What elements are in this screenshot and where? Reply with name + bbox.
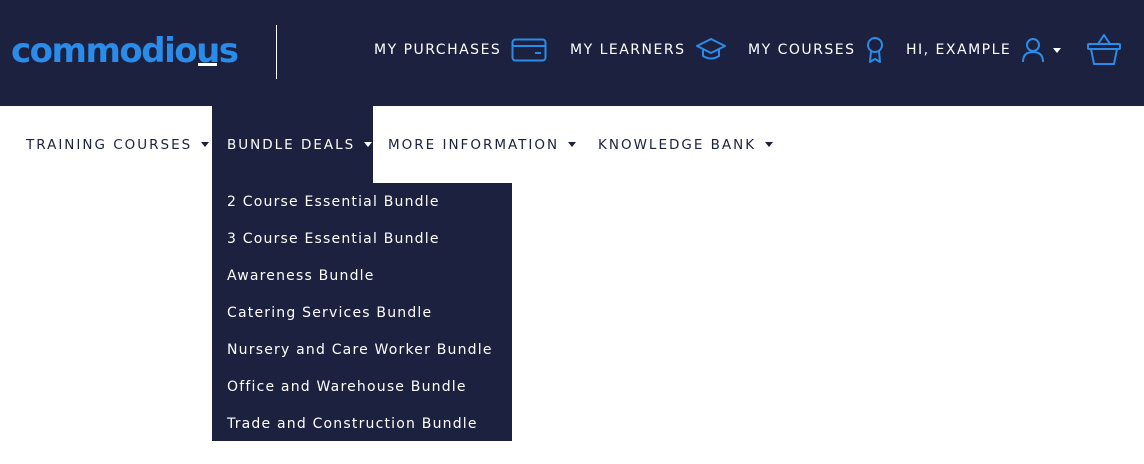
user-menu-toggle[interactable]: HI, EXAMPLE [906,34,1062,66]
basket-icon [1087,34,1121,65]
dropdown-item-3-course-essential-bundle[interactable]: 3 Course Essential Bundle [227,220,440,257]
my-learners-link[interactable]: MY LEARNERS [570,34,727,66]
dropdown-item-office-warehouse-bundle[interactable]: Office and Warehouse Bundle [227,368,467,405]
chevron-down-icon [364,142,373,147]
top-header: commodiou s MY PURCHASES MY LEARNERS MY … [0,0,1144,106]
my-purchases-label: MY PURCHASES [374,42,502,58]
chevron-down-icon [201,142,210,147]
nav-knowledge-bank[interactable]: KNOWLEDGE BANK [598,106,774,183]
nav-knowledge-bank-label: KNOWLEDGE BANK [598,136,757,153]
graduation-cap-icon [695,37,727,63]
nav-bundle-deals[interactable]: BUNDLE DEALS [212,106,373,183]
chevron-down-icon [568,142,577,147]
logo-text-prefix: commodio [11,31,198,71]
my-courses-label: MY COURSES [748,42,856,58]
user-greeting-label: HI, EXAMPLE [906,42,1012,58]
logo-text-u: u [196,31,220,71]
dropdown-item-trade-construction-bundle[interactable]: Trade and Construction Bundle [227,405,478,442]
nav-bundle-deals-label: BUNDLE DEALS [227,136,356,153]
bundle-deals-dropdown: 2 Course Essential Bundle 3 Course Essen… [212,183,512,441]
user-icon [1021,37,1045,63]
nav-training-courses[interactable]: TRAINING COURSES [26,106,210,183]
logo-divider [276,25,277,79]
dropdown-item-2-course-essential-bundle[interactable]: 2 Course Essential Bundle [227,183,440,220]
my-purchases-link[interactable]: MY PURCHASES [374,34,547,66]
chevron-down-icon [765,142,774,147]
award-ribbon-icon [865,36,885,64]
dropdown-item-nursery-care-worker-bundle[interactable]: Nursery and Care Worker Bundle [227,331,493,368]
my-courses-link[interactable]: MY COURSES [748,34,885,66]
dropdown-item-catering-services-bundle[interactable]: Catering Services Bundle [227,294,432,331]
credit-card-icon [511,38,547,62]
main-nav: TRAINING COURSES BUNDLE DEALS MORE INFOR… [0,106,1144,183]
nav-more-information[interactable]: MORE INFORMATION [388,106,577,183]
cart-button[interactable] [1086,32,1122,68]
commodious-logo[interactable]: commodiou s [11,28,239,74]
logo-text-suffix: s [218,31,239,71]
my-learners-label: MY LEARNERS [570,42,686,58]
dropdown-item-awareness-bundle[interactable]: Awareness Bundle [227,257,375,294]
nav-more-information-label: MORE INFORMATION [388,136,560,153]
nav-training-courses-label: TRAINING COURSES [26,136,193,153]
chevron-down-icon [1053,47,1062,53]
